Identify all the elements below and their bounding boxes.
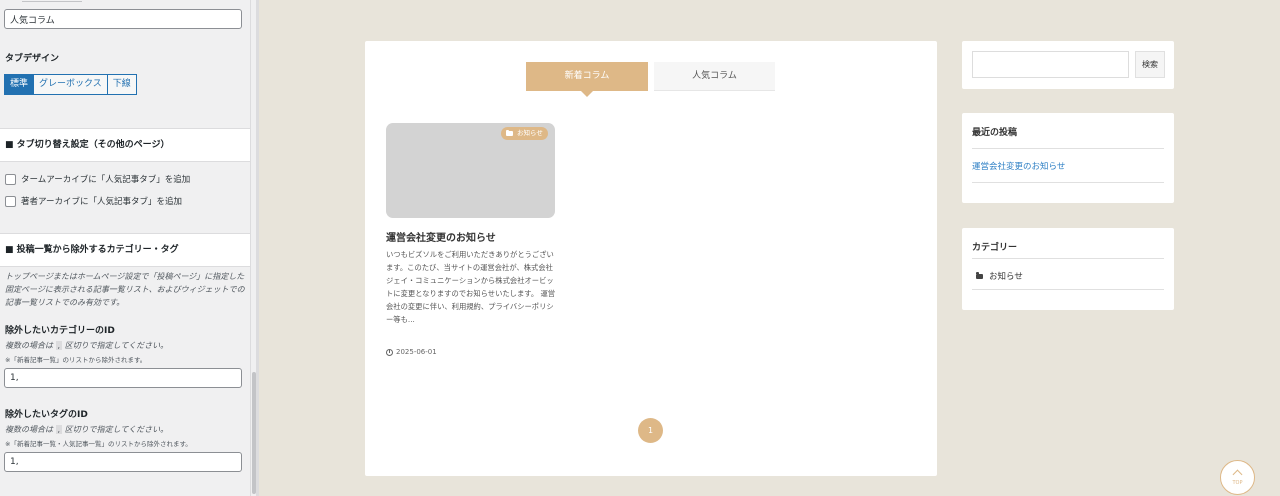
exclude-category-help: 複数の場合は , 区切りで指定してください。 bbox=[5, 339, 247, 352]
author-archive-checkbox-label: 著者アーカイブに「人気記事タブ」を追加 bbox=[21, 197, 182, 207]
back-to-top-label: TOP bbox=[1232, 480, 1243, 486]
exclude-category-help-code: , bbox=[55, 341, 63, 350]
divider bbox=[972, 289, 1164, 290]
exclude-tag-label: 除外したいタグのID bbox=[5, 410, 88, 420]
chevron-up-icon bbox=[1232, 469, 1243, 480]
tab-design-graybox-button[interactable]: グレーボックス bbox=[33, 74, 108, 95]
exclude-tag-note: ※「新着記事一覧・人気記事一覧」のリストから除外されます。 bbox=[5, 440, 192, 448]
category-item[interactable]: お知らせ bbox=[976, 270, 1023, 282]
tab-popular-columns[interactable]: 人気コラム bbox=[654, 62, 775, 91]
divider bbox=[972, 182, 1164, 183]
exclude-category-input[interactable] bbox=[4, 368, 242, 388]
panel-top-stub bbox=[22, 0, 82, 2]
exclude-tag-input[interactable] bbox=[4, 452, 242, 472]
category-item-label: お知らせ bbox=[989, 272, 1023, 282]
categories-widget: カテゴリー お知らせ bbox=[962, 228, 1174, 310]
divider bbox=[972, 148, 1164, 149]
author-archive-checkbox-row[interactable]: 著者アーカイブに「人気記事タブ」を追加 bbox=[5, 195, 182, 207]
exclude-tag-help-post: 区切りで指定してください。 bbox=[64, 425, 169, 434]
term-archive-checkbox-row[interactable]: タームアーカイブに「人気記事タブ」を追加 bbox=[5, 173, 190, 185]
exclude-tag-help-code: , bbox=[55, 425, 63, 434]
exclude-category-help-post: 区切りで指定してください。 bbox=[64, 341, 169, 350]
customizer-panel: タブデザイン 標準 グレーボックス 下線 ■ タブ切り替え設定（その他のページ）… bbox=[0, 0, 250, 496]
exclude-category-label: 除外したいカテゴリーのID bbox=[5, 326, 115, 336]
tab-design-underline-button[interactable]: 下線 bbox=[106, 74, 137, 95]
categories-title: カテゴリー bbox=[972, 243, 1018, 253]
clock-icon bbox=[386, 348, 393, 356]
post-category-label: お知らせ bbox=[517, 129, 543, 137]
post-date: 2025-06-01 bbox=[386, 348, 437, 356]
active-tab-arrow bbox=[581, 91, 593, 97]
panel-edge bbox=[256, 0, 259, 496]
search-widget: 検索 bbox=[962, 41, 1174, 89]
term-archive-checkbox[interactable] bbox=[5, 173, 16, 185]
pagination-page-1[interactable]: 1 bbox=[638, 418, 663, 443]
tab-design-group: 標準 グレーボックス 下線 bbox=[4, 74, 137, 95]
exclude-tag-help: 複数の場合は , 区切りで指定してください。 bbox=[5, 423, 247, 436]
term-archive-checkbox-label: タームアーカイブに「人気記事タブ」を追加 bbox=[21, 175, 191, 185]
folder-icon bbox=[976, 272, 983, 279]
exclude-description: トップページまたはホームページ設定で「投稿ページ」に指定した固定ページに表示され… bbox=[5, 272, 245, 307]
back-to-top-button[interactable]: TOP bbox=[1220, 460, 1255, 495]
divider bbox=[972, 258, 1164, 259]
post-excerpt: いつもビズソルをご利用いただきありがとうございます。このたび、当サイトの運営会社… bbox=[386, 250, 556, 324]
tab-new-columns[interactable]: 新着コラム bbox=[526, 62, 648, 91]
search-button[interactable]: 検索 bbox=[1135, 51, 1165, 78]
exclude-category-note: ※「新着記事一覧」のリストから除外されます。 bbox=[5, 356, 147, 364]
recent-post-link[interactable]: 運営会社変更のお知らせ bbox=[972, 160, 1065, 172]
tab-design-label: タブデザイン bbox=[5, 54, 60, 64]
article-list-card: 新着コラム 人気コラム お知らせ 運営会社変更のお知らせ いつもビズソルをご利用… bbox=[365, 41, 937, 476]
tab-title-input[interactable] bbox=[4, 9, 242, 29]
post-date-text: 2025-06-01 bbox=[396, 348, 437, 356]
post-title[interactable]: 運営会社変更のお知らせ bbox=[386, 229, 496, 244]
recent-posts-widget: 最近の投稿 運営会社変更のお知らせ bbox=[962, 113, 1174, 203]
folder-icon bbox=[506, 129, 513, 136]
search-input[interactable] bbox=[972, 51, 1129, 78]
exclude-section-header: ■ 投稿一覧から除外するカテゴリー・タグ bbox=[0, 233, 250, 267]
exclude-tag-help-pre: 複数の場合は bbox=[5, 425, 53, 434]
tab-switch-section-header: ■ タブ切り替え設定（その他のページ） bbox=[0, 128, 250, 162]
exclude-category-help-pre: 複数の場合は bbox=[5, 341, 53, 350]
recent-posts-title: 最近の投稿 bbox=[972, 128, 1018, 138]
tab-design-standard-button[interactable]: 標準 bbox=[4, 74, 35, 95]
post-category-badge: お知らせ bbox=[501, 127, 548, 140]
author-archive-checkbox[interactable] bbox=[5, 195, 16, 207]
